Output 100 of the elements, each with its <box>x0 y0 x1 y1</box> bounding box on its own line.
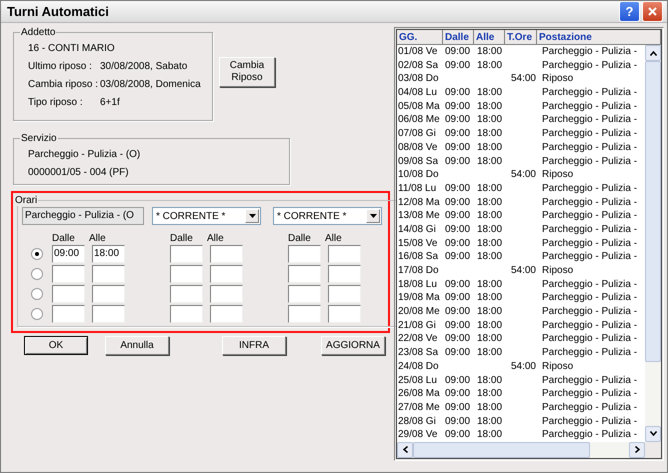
table-cell-text: Parcheggio - Pulizia - <box>541 113 638 128</box>
table-cell-text: 18:00 <box>476 86 504 100</box>
time-field[interactable] <box>52 305 85 323</box>
table-cell-text: Parcheggio - Pulizia - <box>541 196 638 210</box>
time-field[interactable] <box>288 245 321 263</box>
column-label: Dalle <box>52 233 76 244</box>
table-cell-text: 09:00 <box>444 318 472 332</box>
table-cell-text: Parcheggio - Pulizia - <box>541 154 638 168</box>
help-button[interactable]: ? <box>619 1 640 22</box>
time-field[interactable]: 18:00 <box>92 245 125 263</box>
table-cell-text: Parcheggio - Pulizia - <box>541 278 638 292</box>
field-label: Ultimo riposo : <box>28 60 93 74</box>
field-value: 6+1f <box>100 96 120 110</box>
scroll-up-button[interactable] <box>645 45 661 61</box>
service-field[interactable]: Parcheggio - Pulizia - (O <box>22 207 144 225</box>
table-cell-text: 18:00 <box>476 236 504 250</box>
table-cell-text: 09:00 <box>444 236 472 250</box>
column-header[interactable]: Dalle <box>443 30 474 45</box>
table-cell-text: 05/08 Ma <box>397 100 441 114</box>
column-label: Dalle <box>288 233 312 244</box>
column-header[interactable]: Alle <box>474 30 505 45</box>
time-field[interactable] <box>288 305 321 323</box>
table-cell-text: Parcheggio - Pulizia - <box>541 291 638 306</box>
scroll-right-button[interactable] <box>629 442 645 458</box>
table-cell-text: 18:00 <box>476 318 504 332</box>
horizontal-scrollbar[interactable] <box>397 442 661 458</box>
table-cell-text: 02/08 Sa <box>397 58 440 72</box>
dropdown[interactable]: * CORRENTE * <box>273 207 382 225</box>
dialog-button[interactable]: OK <box>24 336 88 355</box>
table-cell-text: 21/08 Gi <box>397 318 437 332</box>
table-cell-text: 09:00 <box>444 140 472 154</box>
time-field[interactable] <box>288 265 321 283</box>
table-cell-text: 18:00 <box>476 291 504 306</box>
table-cell-text: 18:00 <box>476 250 504 264</box>
table-cell-text: Riposo <box>541 72 574 86</box>
table-cell-text: Parcheggio - Pulizia - <box>541 100 638 114</box>
radio-button[interactable] <box>31 288 43 300</box>
time-field[interactable] <box>328 285 361 303</box>
group-legend: Orari <box>14 195 38 206</box>
time-field[interactable] <box>328 305 361 323</box>
table-cell-text: 18:00 <box>476 100 504 114</box>
table-cell-text: 09:00 <box>444 196 472 210</box>
column-header[interactable]: GG. <box>397 30 443 45</box>
time-field[interactable] <box>170 245 203 263</box>
chevron-left-icon <box>402 446 408 454</box>
table-cell-text: 17/08 Do <box>397 264 440 278</box>
time-field[interactable] <box>170 305 203 323</box>
dropdown[interactable]: * CORRENTE * <box>152 207 261 225</box>
table-cell-text: 09:00 <box>444 387 472 401</box>
table-cell-text: 18:00 <box>476 305 504 319</box>
table-cell-text: 26/08 Ma <box>397 387 441 401</box>
dialog-button[interactable]: AGGIORNA <box>321 336 385 355</box>
table-cell-text: Parcheggio - Pulizia - <box>541 140 638 154</box>
scroll-down-button[interactable] <box>645 426 661 442</box>
table-cell-text: 09:00 <box>444 278 472 292</box>
column-header[interactable]: Postazione <box>537 30 661 45</box>
radio-button[interactable] <box>31 248 43 260</box>
time-field[interactable] <box>328 245 361 263</box>
table-cell-text: 18:00 <box>476 400 504 415</box>
scrollbar-corner <box>645 442 661 458</box>
time-field[interactable] <box>288 285 321 303</box>
dialog-button[interactable]: Annulla <box>105 336 169 355</box>
table-cell-text: 09:00 <box>444 100 472 114</box>
group-legend: Servizio <box>20 133 58 144</box>
time-field[interactable] <box>210 245 243 263</box>
table-cell-text: 09:00 <box>444 332 472 346</box>
time-field[interactable] <box>92 305 125 323</box>
table-cell-text: Parcheggio - Pulizia - <box>541 414 638 428</box>
table-cell-text: Parcheggio - Pulizia - <box>541 332 638 346</box>
table-cell-text: Parcheggio - Pulizia - <box>541 305 638 319</box>
table-cell-text: 54:00 <box>510 360 537 374</box>
radio-button[interactable] <box>31 308 43 320</box>
table-cell-text: 18:00 <box>476 414 504 428</box>
radio-button[interactable] <box>31 268 43 280</box>
column-header[interactable]: T.Ore <box>505 30 537 45</box>
time-field[interactable] <box>170 265 203 283</box>
table-cell-text: 09:00 <box>444 113 472 128</box>
time-field[interactable] <box>328 265 361 283</box>
close-button[interactable] <box>642 1 663 22</box>
time-field[interactable] <box>52 285 85 303</box>
table-cell-text: Riposo <box>541 168 574 182</box>
time-field[interactable] <box>210 285 243 303</box>
time-field[interactable] <box>210 265 243 283</box>
time-field[interactable]: 09:00 <box>52 245 85 263</box>
table-cell-text: Parcheggio - Pulizia - <box>541 222 638 237</box>
scroll-left-button[interactable] <box>397 442 413 458</box>
table-cell-text: 09:00 <box>444 86 472 100</box>
time-field[interactable] <box>210 305 243 323</box>
table-cell-text: 24/08 Do <box>397 360 440 374</box>
time-field[interactable] <box>52 265 85 283</box>
table-cell-text: 09:00 <box>444 250 472 264</box>
table-cell-text: 14/08 Gi <box>397 222 437 237</box>
time-field[interactable] <box>92 265 125 283</box>
dialog-button[interactable]: INFRA <box>222 336 286 355</box>
table-cell-text: 06/08 Me <box>397 113 441 128</box>
table-cell-text: 54:00 <box>510 168 537 182</box>
table-cell-text: 18:00 <box>476 346 504 360</box>
time-field[interactable] <box>92 285 125 303</box>
cambia-riposo-button[interactable]: Cambia Riposo <box>219 57 275 87</box>
time-field[interactable] <box>170 285 203 303</box>
